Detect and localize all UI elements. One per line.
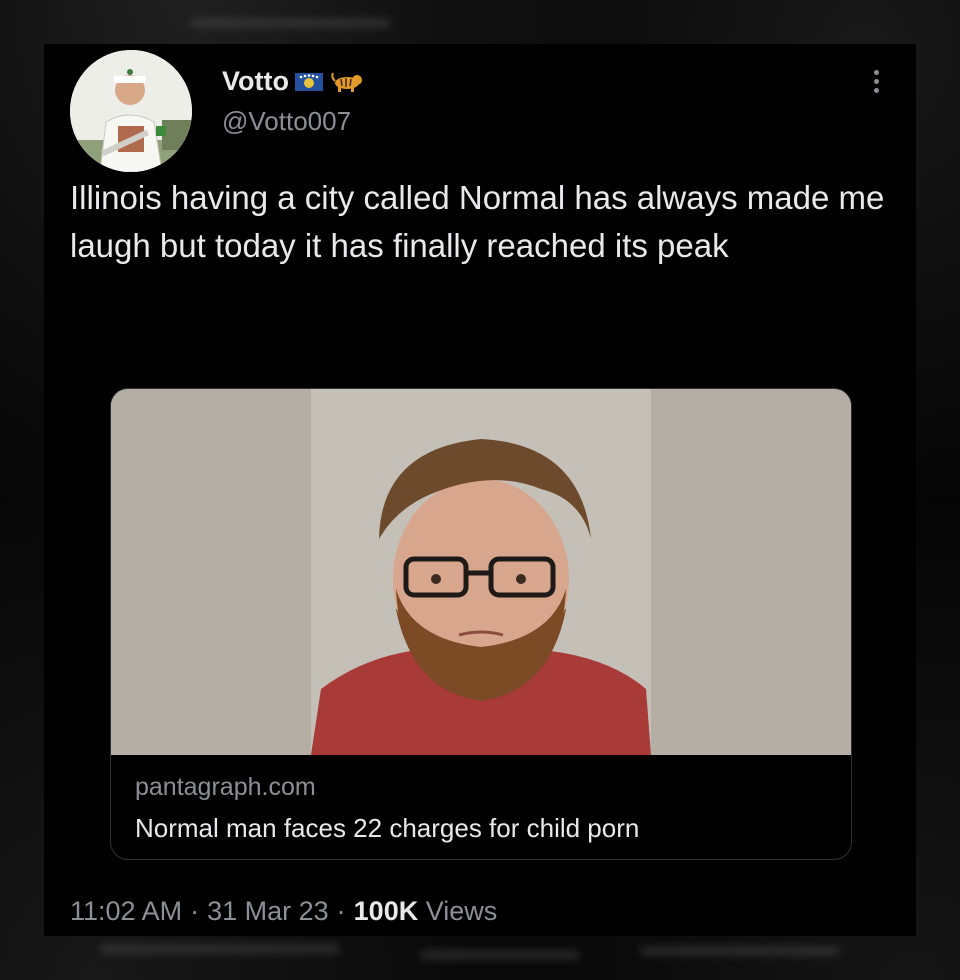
- user-handle[interactable]: @Votto007: [222, 106, 351, 137]
- tweet-text: Illinois having a city called Normal has…: [70, 179, 885, 264]
- card-title: Normal man faces 22 charges for child po…: [135, 813, 640, 843]
- views-label[interactable]: Views: [426, 896, 498, 926]
- tweet-date[interactable]: 31 Mar 23: [207, 896, 329, 927]
- separator: ·: [336, 896, 346, 926]
- more-options-icon[interactable]: [866, 66, 886, 96]
- card-domain: pantagraph.com: [135, 773, 316, 801]
- tweet-time[interactable]: 11:02 AM: [70, 896, 182, 927]
- tweet-meta: 11:02 AM · 31 Mar 23 · 100K Views: [70, 896, 497, 927]
- user-name-row[interactable]: Votto: [222, 66, 362, 97]
- tiger-icon: [331, 71, 362, 93]
- avatar[interactable]: [70, 50, 192, 172]
- tweet: Votto @Votto007 Illinois having a city c…: [44, 44, 916, 936]
- flag-icon: [294, 71, 325, 93]
- display-name[interactable]: Votto: [222, 66, 289, 97]
- separator: ·: [190, 896, 200, 926]
- card-image: [111, 389, 851, 755]
- views-count[interactable]: 100K: [354, 896, 419, 926]
- link-card[interactable]: pantagraph.com Normal man faces 22 charg…: [110, 388, 852, 860]
